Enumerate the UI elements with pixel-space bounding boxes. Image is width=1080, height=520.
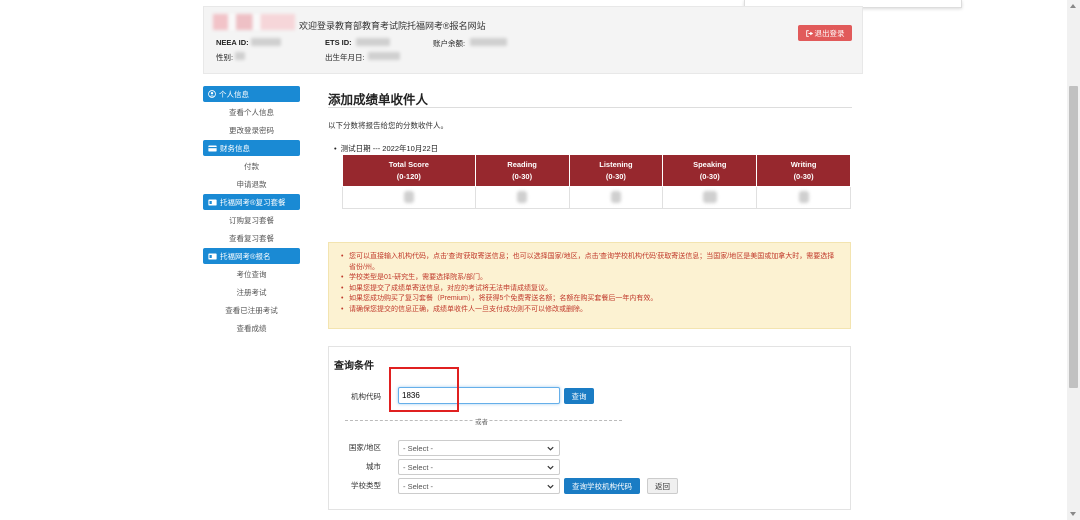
score-header-total: Total Score (0-120) xyxy=(342,154,476,187)
scrollbar[interactable] xyxy=(1067,0,1080,520)
intro-text: 以下分数将报告给您的分数收件人。 xyxy=(328,121,448,130)
id-card-icon xyxy=(208,253,217,259)
notice-item: 学校类型是01-研究生，需要选择院系/部门。 xyxy=(341,273,838,284)
sidebar-item-seat-search[interactable]: 考位查询 xyxy=(203,266,300,284)
score-listening-redacted xyxy=(568,186,664,209)
city-label: 城市 xyxy=(366,462,381,471)
school-type-select[interactable]: - Select - xyxy=(398,478,560,494)
logout-button[interactable]: 退出登录 xyxy=(798,25,852,41)
ets-id-redacted xyxy=(356,38,390,46)
welcome-text: 欢迎登录教育部教育考试院托福网考®报名网站 xyxy=(299,21,486,31)
score-header-row: Total Score (0-120) Reading (0-30) Listeni… xyxy=(342,154,851,187)
chevron-down-icon xyxy=(547,484,554,489)
user-circle-icon xyxy=(208,90,216,98)
sidebar: 个人信息 查看个人信息 更改登录密码 财务信息 付款 申请退款 托福网考®复习套… xyxy=(203,86,300,338)
school-type-label: 学校类型 xyxy=(351,481,381,490)
scroll-down-arrow[interactable] xyxy=(1070,512,1076,516)
back-button[interactable]: 返回 xyxy=(647,478,678,494)
dob-label: 出生年月日: xyxy=(325,53,365,62)
chevron-down-icon xyxy=(547,446,554,451)
sidebar-section-label: 托福网考®复习套餐 xyxy=(220,197,286,207)
country-select[interactable]: - Select - xyxy=(398,440,560,456)
neea-id-redacted xyxy=(251,38,281,46)
logout-icon xyxy=(805,29,813,37)
notice-item: 如果您提交了成绩单寄送信息，对应的考试将无法申请成绩复议。 xyxy=(341,284,838,295)
neea-id-label: NEEA ID: xyxy=(216,38,249,47)
sidebar-section-review-package[interactable]: 托福网考®复习套餐 xyxy=(203,194,300,210)
score-total-redacted xyxy=(342,186,476,209)
id-card-icon xyxy=(208,199,217,205)
city-select[interactable]: - Select - xyxy=(398,459,560,475)
sidebar-item-register-test[interactable]: 注册考试 xyxy=(203,284,300,302)
score-table: Total Score (0-120) Reading (0-30) Listeni… xyxy=(342,154,851,209)
score-speaking-redacted xyxy=(662,186,758,209)
school-type-select-value: - Select - xyxy=(403,481,434,491)
country-label: 国家/地区 xyxy=(348,443,381,452)
redacted-name xyxy=(213,14,295,30)
country-select-value: - Select - xyxy=(403,443,434,453)
sidebar-item-refund[interactable]: 申请退款 xyxy=(203,176,300,194)
dob-redacted xyxy=(368,52,400,60)
sidebar-item-change-password[interactable]: 更改登录密码 xyxy=(203,122,300,140)
test-date: 测试日期 --- 2022年10月22日 xyxy=(334,143,439,154)
query-school-code-button[interactable]: 查询学校机构代码 xyxy=(564,478,640,494)
sidebar-section-registration[interactable]: 托福网考®报名 xyxy=(203,248,300,264)
notice-item: 请确保您提交的信息正确，成绩单收件人一旦支付成功则不可以修改或删除。 xyxy=(341,305,838,316)
chevron-down-icon xyxy=(547,465,554,470)
sidebar-item-view-registered[interactable]: 查看已注册考试 xyxy=(203,302,300,320)
sidebar-section-finance[interactable]: 财务信息 xyxy=(203,140,300,156)
query-title: 查询条件 xyxy=(334,361,374,372)
sidebar-item-view-scores[interactable]: 查看成绩 xyxy=(203,320,300,338)
notice-item: 您可以直接输入机构代码，点击'查询'获取寄送信息；也可以选择国家/地区，点击'查… xyxy=(341,252,838,273)
city-select-value: - Select - xyxy=(403,462,434,472)
credit-card-icon xyxy=(208,145,217,151)
scroll-up-arrow[interactable] xyxy=(1070,4,1076,8)
sidebar-section-label: 托福网考®报名 xyxy=(220,251,271,261)
sidebar-item-payment[interactable]: 付款 xyxy=(203,158,300,176)
main-content: 添加成绩单收件人 以下分数将报告给您的分数收件人。 xyxy=(328,86,852,131)
query-button[interactable]: 查询 xyxy=(564,388,594,404)
notice-box: 您可以直接输入机构代码，点击'查询'获取寄送信息；也可以选择国家/地区，点击'查… xyxy=(328,242,851,329)
sidebar-section-label: 个人信息 xyxy=(219,89,249,99)
scroll-thumb[interactable] xyxy=(1069,86,1078,388)
ets-id-label: ETS ID: xyxy=(325,38,352,47)
logout-label: 退出登录 xyxy=(814,28,845,38)
score-header-speaking: Speaking (0-30) xyxy=(662,154,758,187)
sidebar-item-view-profile[interactable]: 查看个人信息 xyxy=(203,104,300,122)
page: { "header": { "welcome": "欢迎登录教育部教育考试院托福… xyxy=(0,0,1080,520)
balance-redacted xyxy=(470,38,507,46)
highlight-box xyxy=(389,367,459,412)
sidebar-item-order-package[interactable]: 订购复习套餐 xyxy=(203,212,300,230)
score-reading-redacted xyxy=(474,186,570,209)
page-title: 添加成绩单收件人 xyxy=(328,86,852,108)
account-header: 欢迎登录教育部教育考试院托福网考®报名网站 NEEA ID: ETS ID: 账… xyxy=(203,6,863,74)
sidebar-section-label: 财务信息 xyxy=(220,143,250,153)
sidebar-item-view-package[interactable]: 查看复习套餐 xyxy=(203,230,300,248)
gender-redacted xyxy=(235,52,245,60)
gender-label: 性别: xyxy=(216,53,234,62)
score-header-reading: Reading (0-30) xyxy=(474,154,570,187)
or-text: 或者 xyxy=(474,416,489,426)
notice-item: 如果您成功购买了复习套餐（Premium），将获得5个免费寄送名额；名额在购买套… xyxy=(341,294,838,305)
balance-label: 账户余额: xyxy=(433,39,466,48)
institution-code-label: 机构代码 xyxy=(351,392,381,401)
score-writing-redacted xyxy=(756,186,851,209)
score-header-listening: Listening (0-30) xyxy=(568,154,664,187)
score-value-row xyxy=(342,186,851,209)
sidebar-section-personal[interactable]: 个人信息 xyxy=(203,86,300,102)
score-header-writing: Writing (0-30) xyxy=(756,154,851,187)
